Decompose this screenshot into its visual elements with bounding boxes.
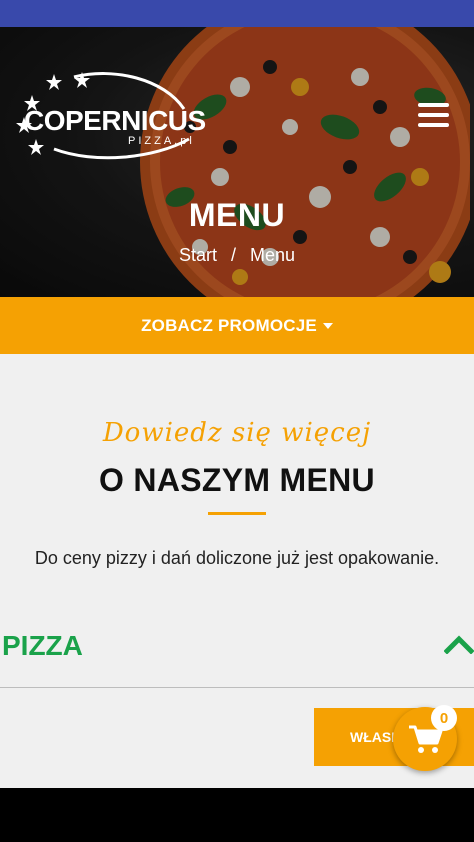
status-bar xyxy=(0,0,474,27)
page-title: MENU xyxy=(188,197,286,233)
chevron-up-icon[interactable] xyxy=(444,634,474,654)
brand-name: COPERNICUS xyxy=(24,105,206,136)
see-promotions-button[interactable]: ZOBACZ PROMOCJE xyxy=(0,297,474,354)
breadcrumb-separator: / xyxy=(230,245,236,265)
learn-more-heading: Dowiedz się więcej xyxy=(102,418,372,448)
category-pizza-toggle[interactable]: PIZZA xyxy=(0,622,474,688)
caret-down-icon xyxy=(322,322,333,329)
category-label: PIZZA xyxy=(2,630,83,661)
packaging-info-text: Do ceny pizzy i dań doliczone już jest o… xyxy=(34,548,440,568)
brand-subtitle: PIZZA.pl xyxy=(128,135,195,147)
section-title: O NASZYM MENU xyxy=(99,462,375,498)
breadcrumb-start-link[interactable]: Start xyxy=(179,245,217,265)
category-divider xyxy=(0,687,474,688)
see-promotions-label: ZOBACZ PROMOCJE xyxy=(141,315,317,335)
cart-count-badge: 0 xyxy=(431,705,457,731)
title-divider xyxy=(208,512,266,515)
breadcrumb: Start / Menu xyxy=(0,245,474,266)
hamburger-menu-icon[interactable] xyxy=(418,103,449,129)
hero-banner: COPERNICUS PIZZA.pl MENU Start / Menu xyxy=(0,27,474,297)
navigation-bar xyxy=(0,788,474,842)
breadcrumb-current: Menu xyxy=(250,245,296,265)
